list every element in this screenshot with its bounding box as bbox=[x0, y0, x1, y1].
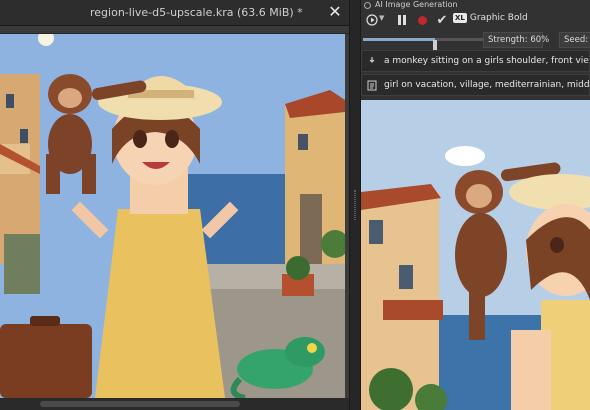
check-icon[interactable]: ✔ bbox=[433, 12, 451, 28]
model-selector[interactable]: XL Graphic Bold bbox=[453, 13, 528, 23]
scrollbar-thumb[interactable] bbox=[40, 401, 240, 407]
close-icon[interactable]: ✕ bbox=[325, 2, 345, 22]
ai-docker: AI Image Generation ▼ ✔ XL Graphic Bold … bbox=[361, 0, 590, 410]
splitter-grip[interactable] bbox=[354, 190, 356, 220]
generated-preview[interactable] bbox=[361, 100, 590, 410]
strength-spinbox[interactable]: Strength: 60% bbox=[483, 32, 549, 48]
document-icon bbox=[364, 77, 380, 93]
horizontal-scrollbar[interactable] bbox=[0, 398, 349, 410]
splitter[interactable] bbox=[349, 0, 361, 410]
document-titlebar: region-live-d5-upscale.kra (63.6 MiB) * … bbox=[0, 0, 349, 26]
canvas-window: region-live-d5-upscale.kra (63.6 MiB) * … bbox=[0, 0, 349, 410]
document-prompt[interactable]: girl on vacation, village, mediterrainia… bbox=[361, 74, 590, 96]
docker-title: AI Image Generation bbox=[375, 0, 458, 9]
document-prompt-text: girl on vacation, village, mediterrainia… bbox=[384, 80, 589, 90]
seed-field[interactable]: Seed: 36 bbox=[559, 32, 590, 48]
preview-illustration bbox=[361, 100, 590, 410]
model-name: Graphic Bold bbox=[469, 13, 528, 23]
ruler bbox=[0, 26, 349, 34]
region-icon bbox=[364, 53, 380, 69]
canvas-illustration bbox=[0, 34, 345, 398]
record-icon[interactable] bbox=[413, 12, 431, 28]
document-title: region-live-d5-upscale.kra (63.6 MiB) * bbox=[90, 6, 303, 19]
docker-titlebar: AI Image Generation bbox=[361, 0, 590, 11]
docker-float-icon[interactable] bbox=[364, 2, 371, 9]
strength-slider[interactable] bbox=[363, 38, 483, 52]
region-prompt-text: a monkey sitting on a girls shoulder, fr… bbox=[384, 56, 589, 66]
docker-toolbar: ▼ ✔ XL Graphic Bold bbox=[361, 11, 590, 29]
chevron-down-icon[interactable]: ▼ bbox=[379, 14, 384, 22]
pause-icon[interactable] bbox=[393, 12, 411, 28]
region-prompt[interactable]: a monkey sitting on a girls shoulder, fr… bbox=[361, 50, 590, 72]
strength-row: Strength: 60% Seed: 36 bbox=[361, 31, 590, 52]
model-badge: XL bbox=[453, 13, 467, 23]
canvas-image[interactable] bbox=[0, 34, 345, 398]
strength-slider-fill bbox=[363, 38, 435, 41]
